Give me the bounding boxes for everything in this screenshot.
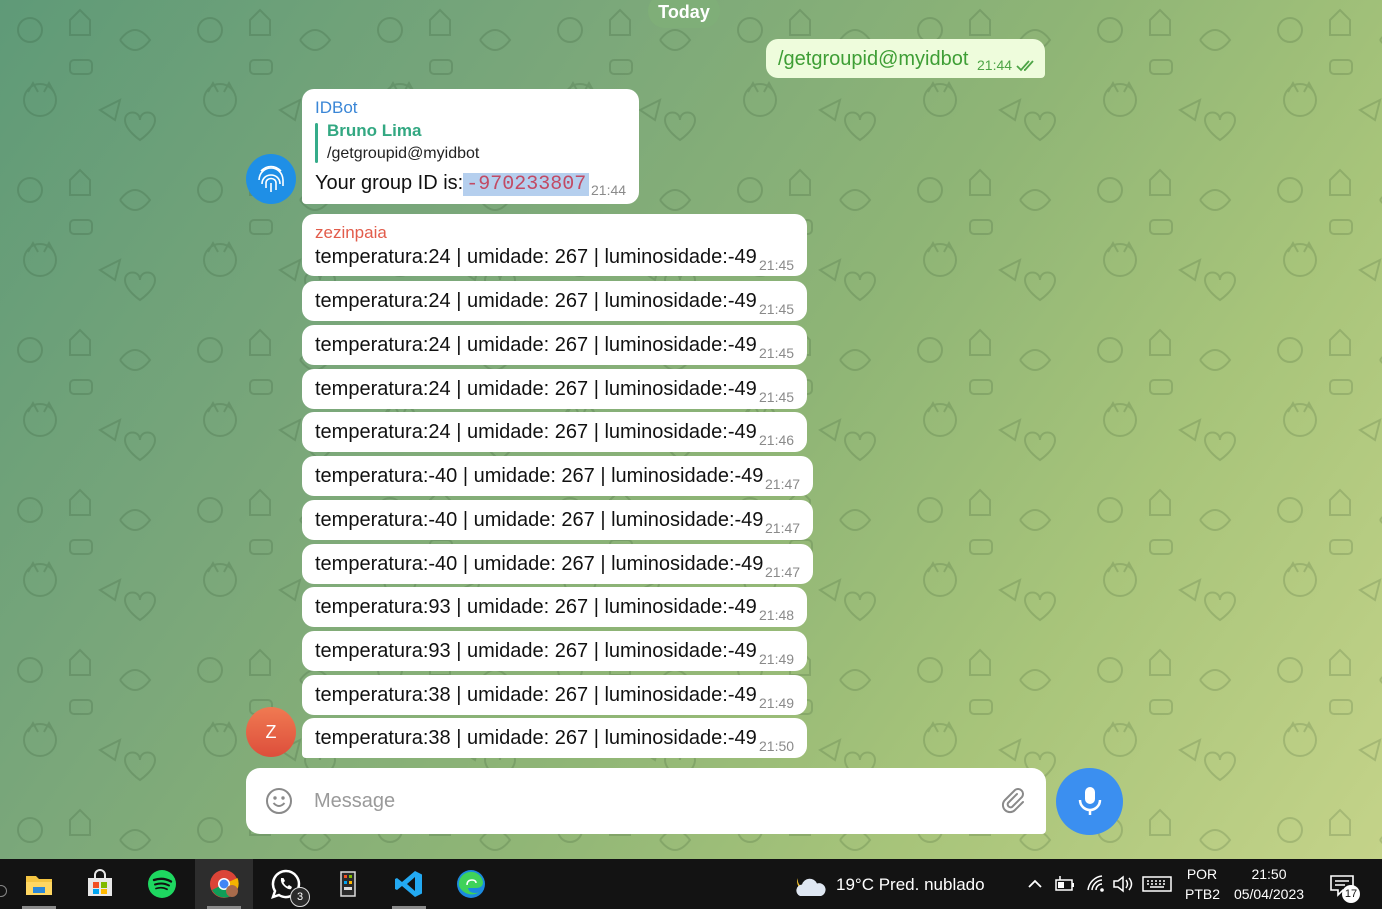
message-text: temperatura:24 | umidade: 267 | luminosi… bbox=[315, 290, 757, 312]
chrome-icon bbox=[210, 870, 239, 898]
keyboard-icon[interactable] bbox=[1142, 874, 1172, 894]
group-message[interactable]: temperatura:38 | umidade: 267 | luminosi… bbox=[302, 675, 807, 715]
message-time: 21:44 bbox=[977, 57, 1013, 73]
taskbar-app-other[interactable] bbox=[318, 859, 376, 909]
message-time: 21:45 bbox=[759, 257, 795, 273]
language-code: POR bbox=[1186, 866, 1218, 882]
taskbar-app-store[interactable] bbox=[71, 859, 129, 909]
microsoft-store-icon bbox=[88, 869, 112, 896]
group-message[interactable]: temperatura:24 | umidade: 267 | luminosi… bbox=[302, 412, 807, 452]
group-message[interactable]: temperatura:-40 | umidade: 267 | luminos… bbox=[302, 456, 813, 496]
message-prefix: Your group ID is: bbox=[315, 172, 464, 194]
weather-widget[interactable]: 19°C Pred. nublado bbox=[836, 875, 985, 895]
message-time: 21:48 bbox=[759, 607, 795, 623]
input-language[interactable]: POR PTB2 bbox=[1185, 864, 1221, 904]
group-message[interactable]: temperatura:38 | umidade: 267 | luminosi… bbox=[302, 718, 807, 758]
weather-temp: 19°C bbox=[836, 875, 874, 894]
message-text: temperatura:93 | umidade: 267 | luminosi… bbox=[315, 596, 757, 618]
message-text: temperatura:38 | umidade: 267 | luminosi… bbox=[315, 727, 757, 749]
group-message[interactable]: temperatura:-40 | umidade: 267 | luminos… bbox=[302, 544, 813, 584]
show-desktop-edge[interactable] bbox=[0, 885, 7, 897]
wifi-icon[interactable] bbox=[1086, 874, 1106, 894]
microphone-icon bbox=[1078, 787, 1102, 815]
message-text: Your group ID is: -970233807 bbox=[315, 172, 590, 196]
taskbar-app-vscode[interactable] bbox=[380, 859, 438, 909]
clock-date: 05/04/2023 bbox=[1233, 886, 1305, 902]
weather-cloud-icon bbox=[796, 878, 826, 896]
date-separator: Today bbox=[648, 0, 720, 28]
keyboard-layout: PTB2 bbox=[1185, 886, 1221, 902]
message-text: temperatura:-40 | umidade: 267 | luminos… bbox=[315, 465, 764, 487]
sender-name[interactable]: zezinpaia bbox=[315, 223, 387, 243]
notification-count: 17 bbox=[1342, 885, 1360, 903]
idbot-message[interactable]: IDBot Bruno Lima /getgroupid@myidbot You… bbox=[302, 89, 639, 204]
app-icon bbox=[340, 871, 356, 897]
taskbar-app-edge[interactable] bbox=[442, 859, 500, 909]
weather-condition: Pred. nublado bbox=[878, 875, 985, 894]
system-tray bbox=[1020, 859, 1172, 909]
reply-indicator bbox=[315, 123, 318, 163]
message-time: 21:45 bbox=[759, 389, 795, 405]
spotify-icon bbox=[148, 870, 176, 898]
group-message[interactable]: temperatura:-40 | umidade: 267 | luminos… bbox=[302, 500, 813, 540]
message-composer[interactable]: Message bbox=[246, 768, 1046, 834]
group-message[interactable]: temperatura:24 | umidade: 267 | luminosi… bbox=[302, 369, 807, 409]
attach-icon[interactable] bbox=[996, 785, 1028, 817]
group-message[interactable]: temperatura:24 | umidade: 267 | luminosi… bbox=[302, 325, 807, 365]
message-time: 21:49 bbox=[759, 695, 795, 711]
group-id-code[interactable]: -970233807 bbox=[463, 173, 590, 196]
reply-text: /getgroupid@myidbot bbox=[327, 145, 480, 162]
message-time: 21:45 bbox=[759, 301, 795, 317]
double-check-icon bbox=[1016, 60, 1034, 72]
message-time: 21:49 bbox=[759, 651, 795, 667]
group-message[interactable]: zezinpaia temperatura:24 | umidade: 267 … bbox=[302, 214, 807, 276]
message-time: 21:47 bbox=[765, 520, 801, 536]
vscode-icon bbox=[395, 871, 422, 897]
group-message[interactable]: temperatura:24 | umidade: 267 | luminosi… bbox=[302, 281, 807, 321]
outgoing-message[interactable]: /getgroupid@myidbot 21:44 bbox=[766, 39, 1045, 78]
sender-name[interactable]: IDBot bbox=[315, 98, 358, 118]
message-text: /getgroupid@myidbot bbox=[778, 48, 969, 70]
taskbar-app-whatsapp[interactable]: 3 bbox=[257, 859, 315, 909]
taskbar-app-chrome[interactable] bbox=[195, 859, 253, 909]
message-text: temperatura:24 | umidade: 267 | luminosi… bbox=[315, 421, 757, 443]
group-message[interactable]: temperatura:93 | umidade: 267 | luminosi… bbox=[302, 587, 807, 627]
message-text: temperatura:24 | umidade: 267 | luminosi… bbox=[315, 246, 757, 268]
message-text: temperatura:38 | umidade: 267 | luminosi… bbox=[315, 684, 757, 706]
message-text: temperatura:24 | umidade: 267 | luminosi… bbox=[315, 334, 757, 356]
windows-taskbar: 3 19°C Pred. nublado POR PTB2 21:50 05/0… bbox=[0, 859, 1382, 909]
emoji-icon[interactable] bbox=[263, 785, 295, 817]
message-text: temperatura:93 | umidade: 267 | luminosi… bbox=[315, 640, 757, 662]
message-input[interactable]: Message bbox=[314, 790, 395, 813]
message-time: 21:47 bbox=[765, 476, 801, 492]
voice-record-button[interactable] bbox=[1056, 768, 1123, 835]
edge-icon bbox=[457, 870, 485, 898]
taskbar-app-file-explorer[interactable] bbox=[10, 859, 68, 909]
idbot-avatar[interactable] bbox=[246, 154, 296, 204]
fingerprint-icon bbox=[248, 156, 294, 202]
reply-sender-name[interactable]: Bruno Lima bbox=[327, 121, 421, 141]
chat-area: Today /getgroupid@myidbot 21:44 IDBot Br… bbox=[0, 0, 1382, 859]
chevron-up-icon[interactable] bbox=[1026, 874, 1044, 894]
message-text: temperatura:-40 | umidade: 267 | luminos… bbox=[315, 553, 764, 575]
clock[interactable]: 21:50 05/04/2023 bbox=[1230, 864, 1308, 904]
message-time: 21:44 bbox=[591, 182, 627, 198]
clock-time: 21:50 bbox=[1251, 866, 1287, 882]
volume-icon[interactable] bbox=[1112, 874, 1134, 894]
taskbar-app-spotify[interactable] bbox=[133, 859, 191, 909]
group-message[interactable]: temperatura:93 | umidade: 267 | luminosi… bbox=[302, 631, 807, 671]
message-time: 21:47 bbox=[765, 564, 801, 580]
message-text: temperatura:24 | umidade: 267 | luminosi… bbox=[315, 378, 757, 400]
file-explorer-icon bbox=[26, 876, 52, 895]
sender-avatar[interactable]: Z bbox=[246, 707, 296, 757]
message-time: 21:46 bbox=[759, 432, 795, 448]
battery-icon[interactable] bbox=[1054, 874, 1076, 894]
message-time: 21:50 bbox=[759, 738, 795, 754]
message-time: 21:45 bbox=[759, 345, 795, 361]
whatsapp-badge: 3 bbox=[290, 887, 310, 907]
message-text: temperatura:-40 | umidade: 267 | luminos… bbox=[315, 509, 764, 531]
